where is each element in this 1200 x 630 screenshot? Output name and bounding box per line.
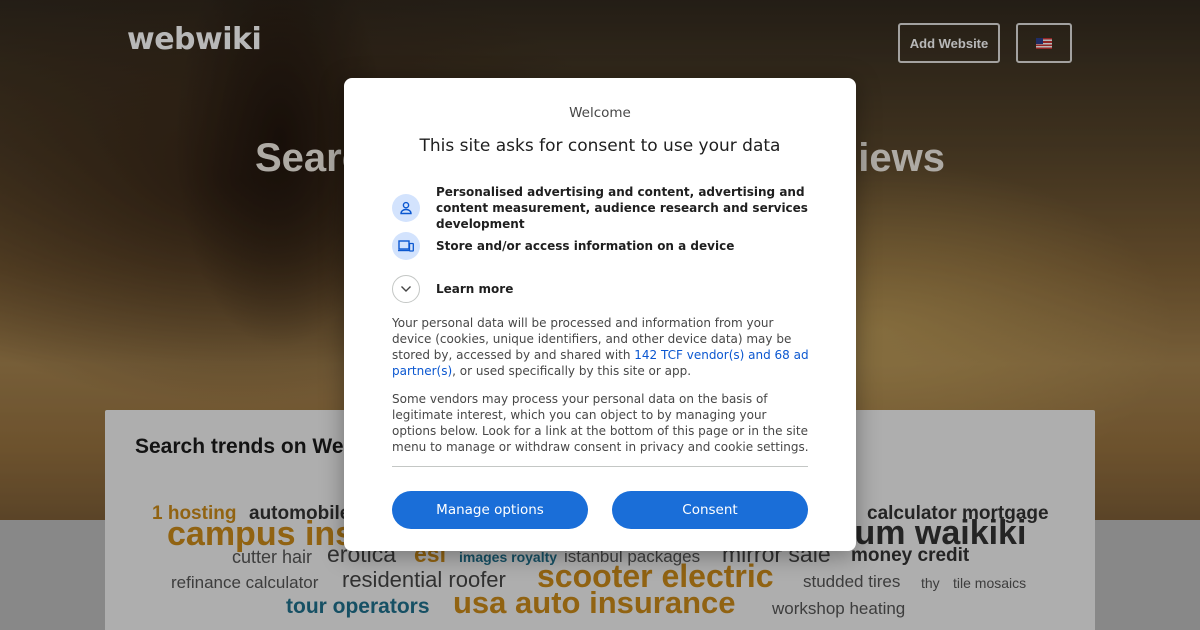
dialog-divider: [392, 466, 808, 467]
manage-options-button[interactable]: Manage options: [392, 491, 588, 529]
learn-more-label[interactable]: Learn more: [436, 281, 513, 297]
chevron-down-icon[interactable]: [392, 275, 420, 303]
purpose-text: Store and/or access information on a dev…: [436, 239, 735, 253]
data-processing-paragraph: Your personal data will be processed and…: [392, 315, 812, 379]
purpose-device-storage: Store and/or access information on a dev…: [392, 232, 812, 260]
dialog-title: This site asks for consent to use your d…: [419, 136, 781, 156]
learn-more-toggle[interactable]: Learn more: [392, 275, 812, 303]
purpose-personalised-ads: Personalised advertising and content, ad…: [392, 184, 812, 232]
devices-icon: [392, 232, 420, 260]
legitimate-interest-paragraph: Some vendors may process your personal d…: [392, 392, 809, 454]
consent-dialog: Welcome This site asks for consent to us…: [344, 78, 856, 551]
dialog-welcome: Welcome: [569, 105, 631, 121]
consent-button[interactable]: Consent: [612, 491, 808, 529]
person-icon: [392, 194, 420, 222]
paragraph-text: , or used specifically by this site or a…: [452, 364, 692, 378]
purpose-text: Personalised advertising and content, ad…: [436, 185, 808, 231]
